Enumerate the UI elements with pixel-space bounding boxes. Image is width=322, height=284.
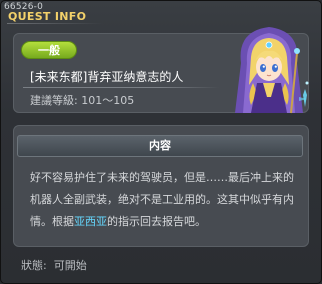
npc-portrait-icon [235, 27, 309, 114]
recommended-level-value: 101～105 [81, 94, 135, 107]
content-section-header: 内容 [17, 135, 303, 157]
quest-description: 好不容易护住了未来的驾驶员，但是……最后冲上来的机器人全副武装，绝对不是工业用的… [30, 167, 300, 233]
window-title: QUEST INFO [8, 10, 87, 23]
status-value: 可開始 [53, 259, 87, 272]
quest-status: 狀態: 可開始 [21, 259, 87, 272]
quest-name: [未来东都]背弃亚纳意志的人 [30, 70, 184, 84]
quest-info-window: 66526-0 QUEST INFO 一般 [未来东都]背弃亚纳意志的人 建議等… [0, 0, 322, 284]
title-underline [7, 23, 103, 24]
recommended-level-label: 建議等級 [30, 94, 74, 107]
description-text-2: 的指示回去报告吧。 [107, 215, 206, 228]
status-label: 狀態 [21, 259, 43, 272]
recommended-level: 建議等級: 101～105 [30, 94, 135, 107]
npc-name-link[interactable]: 亚西亚 [74, 215, 107, 228]
quest-category-badge: 一般 [21, 41, 77, 59]
header-divider [23, 87, 219, 88]
